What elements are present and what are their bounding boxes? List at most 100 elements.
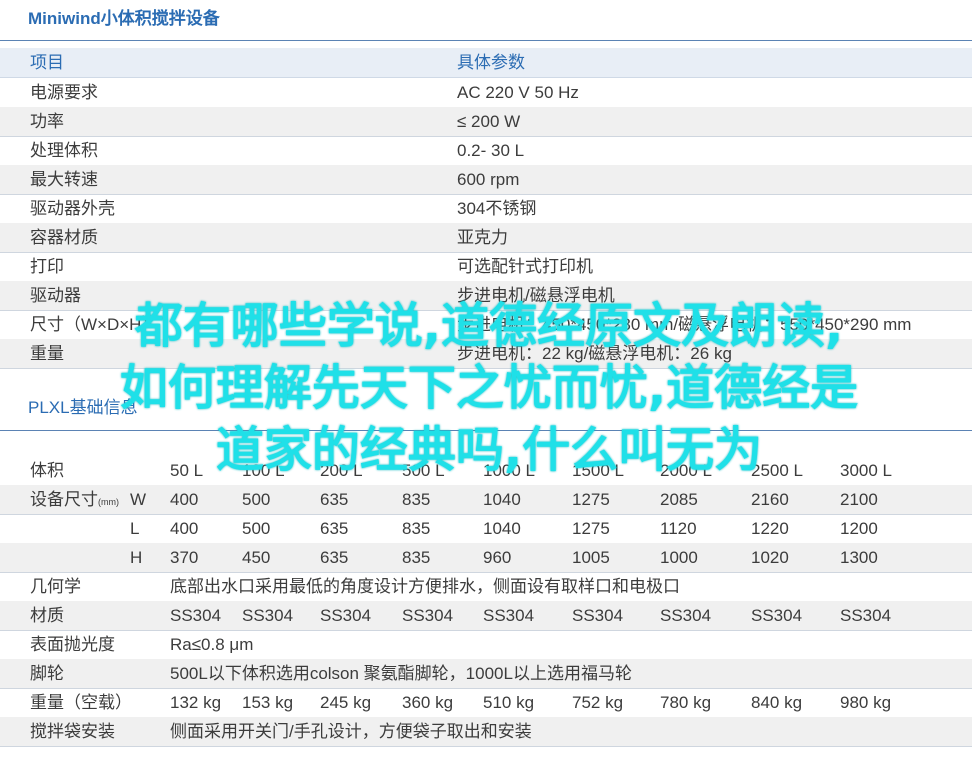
table-cell: 1200 (840, 519, 878, 538)
axis-label: L (130, 519, 140, 538)
table-cell: 1000 (660, 548, 698, 567)
table-cell: 132 kg (170, 693, 222, 712)
spec-value: 304不锈钢 (457, 199, 537, 218)
row-label: 体积 (30, 461, 64, 480)
table-cell: 1000 L (483, 461, 535, 480)
table-cell: 635 (320, 548, 349, 567)
spec-key: 容器材质 (30, 228, 98, 247)
spec-key: 尺寸（W×D×H） (30, 315, 159, 334)
table-cell: 1275 (572, 490, 610, 509)
table-cell: 200 L (320, 461, 363, 480)
table-cell: 360 kg (402, 693, 454, 712)
axis-label: H (130, 548, 143, 567)
table-cell: 780 kg (660, 693, 712, 712)
section-title: PLXL基础信息 (28, 398, 138, 417)
row-size-l: L 400 500 635 835 1040 1275 1120 1220 1200 (0, 514, 972, 544)
document-title: Miniwind小体积搅拌设备 (28, 9, 220, 28)
table-cell: 2160 (751, 490, 789, 509)
table-cell: 2500 L (751, 461, 803, 480)
spec-key: 重量 (30, 344, 64, 363)
title-divider (0, 40, 972, 41)
table-cell: 752 kg (572, 693, 624, 712)
spec-key: 最大转速 (30, 170, 98, 189)
spec-row: 最大转速 600 rpm (0, 165, 972, 195)
table-cell: 245 kg (320, 693, 372, 712)
table-cell: 400 (170, 490, 199, 509)
row-size-h: H 370 450 635 835 960 1005 1000 1020 1300 (0, 543, 972, 573)
table-cell: 2100 (840, 490, 878, 509)
table-cell: 980 kg (840, 693, 892, 712)
spec-value: 步进电机：22 kg/磁悬浮电机：26 kg (457, 344, 732, 363)
row-label: 设备尺寸(mm) (30, 485, 119, 517)
spec-value: 亚克力 (457, 228, 508, 247)
row-label: 几何学 (30, 577, 81, 596)
table-cell: 370 (170, 548, 199, 567)
table-cell: 50 L (170, 461, 204, 480)
table-cell: 500 (242, 519, 271, 538)
table-cell: 500 (242, 490, 271, 509)
spec-row: 驱动器 步进电机/磁悬浮电机 (0, 281, 972, 311)
table-cell: 1300 (840, 548, 878, 567)
row-label: 表面抛光度 (30, 635, 115, 654)
row-label: 搅拌袋安装 (30, 722, 115, 741)
row-value: 500L以下体积选用colson 聚氨酯脚轮，1000L以上选用福马轮 (170, 664, 632, 683)
table-cell: SS304 (483, 606, 535, 625)
table-cell: 2000 L (660, 461, 712, 480)
spec-value: 可选配针式打印机 (457, 257, 593, 276)
table-cell: 3000 L (840, 461, 892, 480)
spec-value: 步进电机/磁悬浮电机 (457, 286, 615, 305)
spec-value: AC 220 V 50 Hz (457, 83, 579, 102)
spec-table-header: 项目 具体参数 (0, 48, 972, 78)
row-value: 底部出水口采用最低的角度设计方便排水，侧面设有取样口和电极口 (170, 577, 680, 596)
table-cell: 1500 L (572, 461, 624, 480)
header-value: 具体参数 (457, 53, 525, 72)
table-cell: SS304 (660, 606, 712, 625)
table-cell: 153 kg (242, 693, 294, 712)
spec-row: 驱动器外壳 304不锈钢 (0, 194, 972, 224)
spec-row: 功率 ≤ 200 W (0, 107, 972, 137)
spec-key: 打印 (30, 257, 64, 276)
row-polish: 表面抛光度 Ra≤0.8 μm (0, 630, 972, 660)
spec-key: 驱动器 (30, 286, 81, 305)
table-cell: 1005 (572, 548, 610, 567)
table-cell: 100 L (242, 461, 285, 480)
axis-label: W (130, 490, 147, 509)
table-cell: 500 L (402, 461, 445, 480)
table-cell: SS304 (572, 606, 624, 625)
spec-value: 600 rpm (457, 170, 520, 189)
table-cell: 450 (242, 548, 271, 567)
row-weight: 重量（空载） 132 kg 153 kg 245 kg 360 kg 510 kg 752… (0, 688, 972, 718)
row-volume: 体积 50 L 100 L 200 L 500 L 1000 L 1500 L 2000 L… (0, 456, 972, 486)
table-cell: 635 (320, 490, 349, 509)
table-cell: SS304 (242, 606, 294, 625)
table-cell: SS304 (320, 606, 372, 625)
row-bag: 搅拌袋安装 侧面采用开关门/手孔设计，方便袋子取出和安装 (0, 717, 972, 747)
table-cell: 1220 (751, 519, 789, 538)
table-cell: 1120 (660, 519, 697, 538)
spec-row: 电源要求 AC 220 V 50 Hz (0, 78, 972, 108)
table-cell: SS304 (751, 606, 803, 625)
table-cell: 1020 (751, 548, 789, 567)
table-cell: 635 (320, 519, 349, 538)
table-cell: 840 kg (751, 693, 803, 712)
row-label: 脚轮 (30, 664, 64, 683)
spec-key: 功率 (30, 112, 64, 131)
spec-row: 处理体积 0.2- 30 L (0, 136, 972, 166)
table-cell: 1040 (483, 519, 521, 538)
row-label: 材质 (30, 606, 64, 625)
table-cell: SS304 (170, 606, 222, 625)
spec-key: 处理体积 (30, 141, 98, 160)
size-label: 设备尺寸 (30, 490, 98, 509)
spec-value: 步进电机：450*450*280 mm/磁悬浮电机：550*450*290 mm (457, 315, 912, 334)
row-size-w: 设备尺寸(mm) W 400 500 635 835 1040 1275 2085 2160 2… (0, 485, 972, 515)
row-material: 材质 SS304 SS304 SS304 SS304 SS304 SS304 SS304 SS… (0, 601, 972, 631)
table-cell: 960 (483, 548, 512, 567)
size-unit: (mm) (98, 497, 119, 507)
spec-key: 电源要求 (30, 83, 98, 102)
table-cell: 2085 (660, 490, 698, 509)
spec-row: 尺寸（W×D×H） 步进电机：450*450*280 mm/磁悬浮电机：550*4… (0, 310, 972, 340)
spec-value: ≤ 200 W (457, 112, 521, 131)
table-cell: 835 (402, 490, 431, 509)
section-divider (0, 430, 972, 431)
header-item: 项目 (30, 53, 64, 72)
